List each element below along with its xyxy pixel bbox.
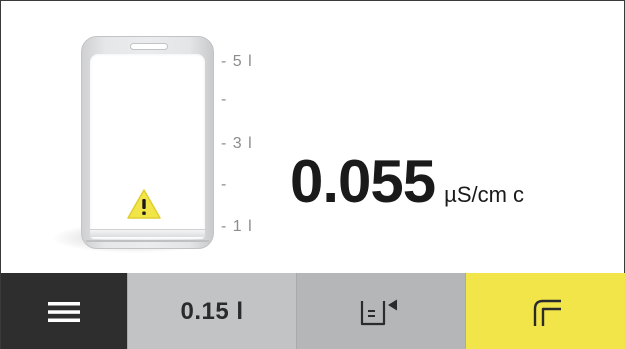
tap-button[interactable]	[465, 273, 625, 349]
volume-label: 0.15 l	[180, 297, 244, 325]
dispenser-screen: - 5 l - - 3 l - - 1 l 0.055 µS/cm c 0.15…	[0, 0, 625, 349]
scale-label-5l: - 5 l	[221, 53, 253, 70]
faucet-icon	[533, 299, 561, 326]
reading-unit: µS/cm c	[444, 182, 525, 207]
tank-water-level	[90, 229, 205, 237]
scale-tick: -	[221, 91, 228, 108]
volume-button[interactable]: 0.15 l	[127, 273, 296, 349]
tank-base	[86, 240, 209, 242]
warning-triangle-icon	[127, 189, 161, 219]
scale-label-3l: - 3 l	[221, 135, 253, 152]
scale-label-1l: - 1 l	[221, 218, 253, 235]
fill-button[interactable]	[296, 273, 465, 349]
reading-value: 0.055	[290, 148, 436, 215]
bottom-toolbar: 0.15 l	[1, 273, 625, 349]
scale-tick: -	[221, 176, 228, 193]
tank-handle	[130, 43, 168, 50]
menu-button[interactable]	[1, 273, 127, 349]
conductivity-reading: 0.055 µS/cm c	[290, 144, 524, 219]
beaker-dispense-icon	[360, 299, 397, 325]
hamburger-menu-icon	[48, 301, 80, 322]
